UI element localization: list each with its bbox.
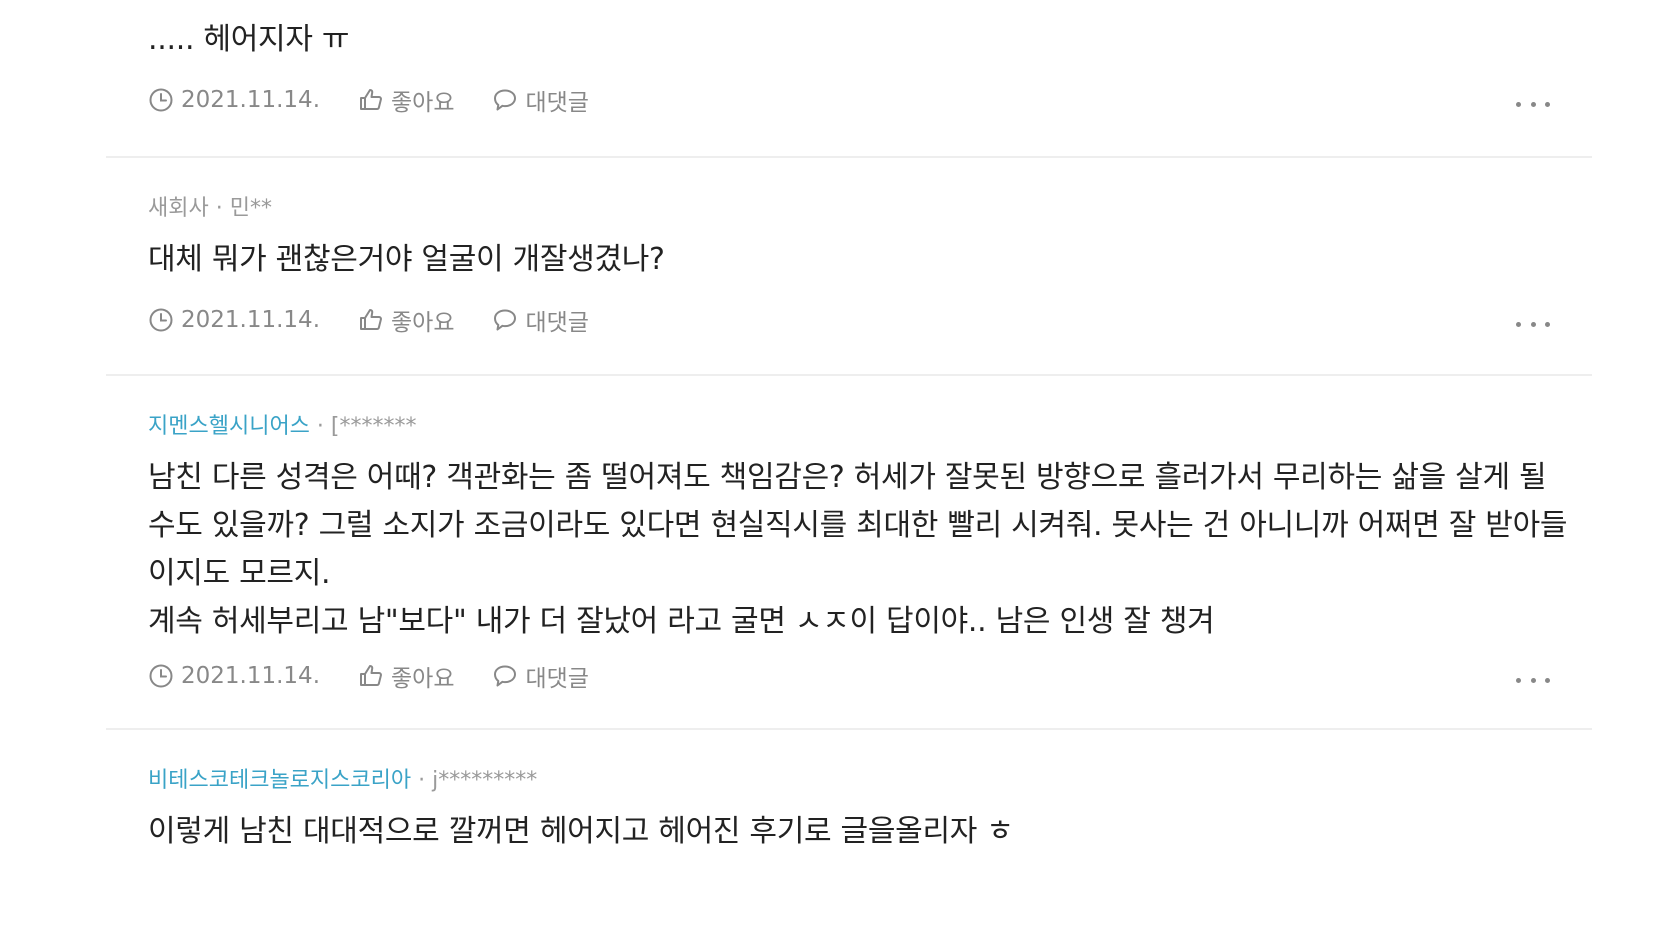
comment-meta: 2021.11.14. 좋아요 대댓글	[148, 302, 627, 338]
comment-date: 2021.11.14.	[148, 663, 320, 689]
dot	[1516, 101, 1521, 107]
comment-author: 지멘스헬시니어스 · [*******	[148, 412, 417, 442]
dot	[1516, 677, 1521, 683]
comment-item: 지멘스헬시니어스 · [******* 남친 다른 성격은 어때? 객관화는 좀…	[106, 376, 1592, 730]
like-button[interactable]: 좋아요	[358, 303, 454, 337]
comment-body: 남친 다른 성격은 어때? 객관화는 좀 떨어져도 책임감은? 허세가 잘못된 …	[148, 460, 1568, 639]
reply-label: 대댓글	[525, 90, 589, 116]
comment-meta: 2021.11.14. 좋아요 대댓글	[148, 658, 627, 694]
author-separator: ·	[215, 196, 223, 221]
dot	[1545, 677, 1550, 683]
speech-bubble-icon	[494, 665, 517, 687]
author-separator: ·	[418, 768, 426, 793]
thumbs-up-icon	[360, 309, 382, 330]
clock-icon	[149, 664, 173, 688]
comment-item: 새회사 · 민** 대체 뭐가 괜찮은거야 얼굴이 개잘생겼나? 2021.11…	[106, 158, 1592, 376]
comment-body: ..... 헤어지자 ㅠ	[148, 22, 350, 57]
author-name: [*******	[330, 414, 417, 439]
reply-button[interactable]: 대댓글	[492, 83, 589, 117]
comment-date: 2021.11.14.	[148, 307, 320, 333]
like-label: 좋아요	[391, 310, 455, 336]
more-options-button[interactable]	[1516, 94, 1550, 114]
more-options-button[interactable]	[1516, 314, 1550, 334]
more-options-button[interactable]	[1516, 670, 1550, 690]
speech-bubble-icon	[494, 89, 517, 111]
comment-author: 새회사 · 민**	[148, 194, 272, 224]
reply-button[interactable]: 대댓글	[492, 659, 589, 693]
author-company: 새회사	[148, 196, 209, 221]
comment-date: 2021.11.14.	[148, 87, 320, 113]
author-company-link[interactable]: 비테스코테크놀로지스코리아	[148, 768, 411, 793]
comment-date-text: 2021.11.14.	[181, 87, 320, 113]
comment-meta: 2021.11.14. 좋아요 대댓글	[148, 82, 627, 118]
clock-icon	[149, 308, 173, 332]
like-label: 좋아요	[391, 90, 455, 116]
speech-bubble-icon	[494, 309, 517, 331]
comment-item: ..... 헤어지자 ㅠ 2021.11.14. 좋아요 대댓글	[106, 0, 1592, 158]
clock-icon	[149, 88, 173, 112]
thumbs-up-icon	[360, 89, 382, 110]
reply-label: 대댓글	[525, 310, 589, 336]
comment-item: 비테스코테크놀로지스코리아 · j********* 이렇게 남친 대대적으로 …	[106, 730, 1592, 928]
dot	[1545, 101, 1550, 107]
comment-author: 비테스코테크놀로지스코리아 · j*********	[148, 766, 537, 796]
author-separator: ·	[316, 414, 324, 439]
dot	[1516, 321, 1521, 327]
author-company-link[interactable]: 지멘스헬시니어스	[148, 414, 310, 439]
dot	[1545, 321, 1550, 327]
like-label: 좋아요	[391, 666, 455, 692]
author-name: 민**	[229, 196, 272, 221]
comment-date-text: 2021.11.14.	[181, 307, 320, 333]
comment-date-text: 2021.11.14.	[181, 663, 320, 689]
reply-button[interactable]: 대댓글	[492, 303, 589, 337]
dot	[1530, 677, 1536, 683]
comment-body: 대체 뭐가 괜찮은거야 얼굴이 개잘생겼나?	[148, 242, 665, 277]
thumbs-up-icon	[360, 665, 382, 686]
dot	[1530, 321, 1536, 327]
like-button[interactable]: 좋아요	[358, 659, 454, 693]
reply-label: 대댓글	[525, 666, 589, 692]
author-name: j*********	[432, 768, 538, 793]
like-button[interactable]: 좋아요	[358, 83, 454, 117]
dot	[1530, 101, 1536, 107]
comment-body: 이렇게 남친 대대적으로 깔꺼면 헤어지고 헤어진 후기로 글을올리자 ㅎ	[148, 814, 1014, 849]
